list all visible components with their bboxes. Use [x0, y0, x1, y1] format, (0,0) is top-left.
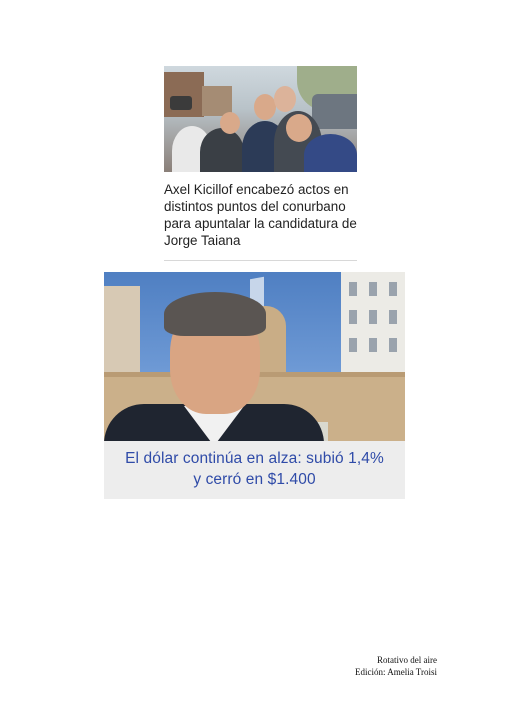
story2-headline-line: y cerró en $1.400 — [193, 471, 316, 488]
editor-credit: Edición: Amelia Troisi — [354, 667, 437, 677]
divider — [164, 260, 357, 261]
publication-name: Rotativo del aire — [377, 655, 437, 665]
story1-photo — [164, 66, 357, 172]
story1-headline-line: distintos puntos del conurbano — [164, 199, 346, 214]
story1-headline-line: Axel Kicillof encabezó actos en — [164, 182, 349, 197]
story2-headline[interactable]: El dólar continúa en alza: subió 1,4% y … — [104, 441, 405, 499]
story1-headline-line: Jorge Taiana — [164, 233, 241, 248]
story1-headline-line: para apuntalar la candidatura de — [164, 216, 357, 231]
footer-credits: Rotativo del aire Edición: Amelia Troisi — [355, 654, 437, 678]
phone-icon — [170, 96, 192, 110]
story2-photo — [104, 272, 405, 441]
story1-headline[interactable]: Axel Kicillof encabezó actos en distinto… — [164, 181, 364, 249]
story2-headline-line: El dólar continúa en alza: subió 1,4% — [125, 450, 384, 467]
